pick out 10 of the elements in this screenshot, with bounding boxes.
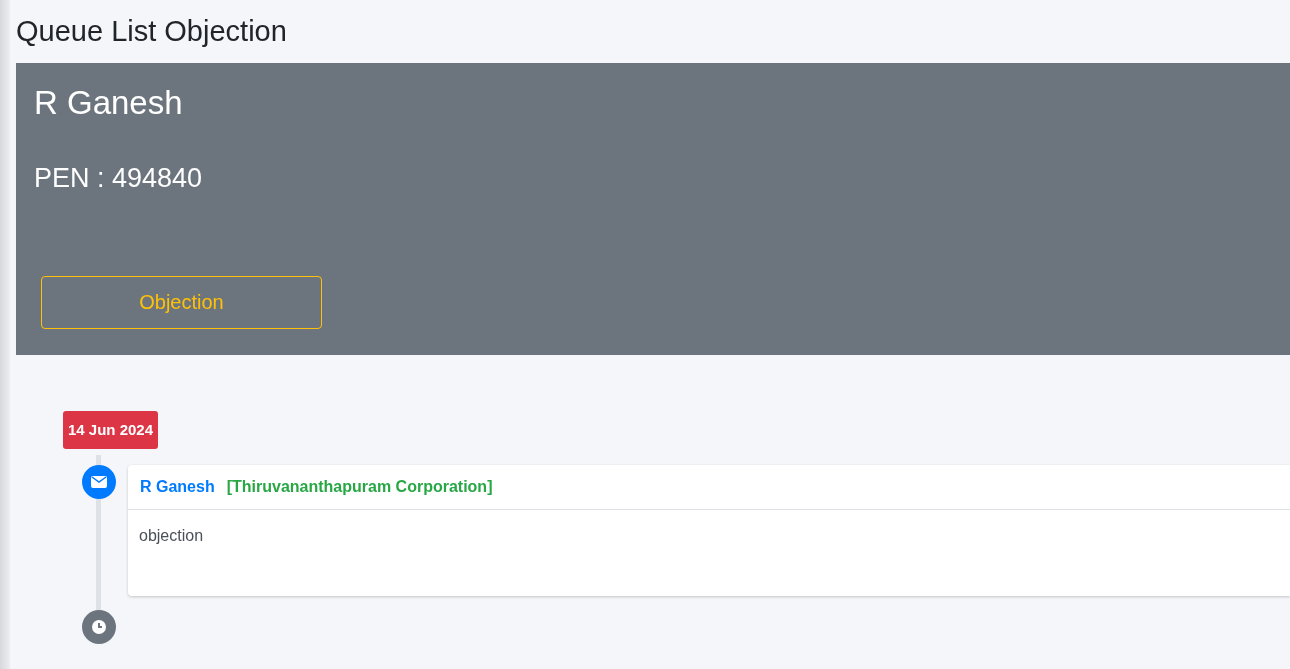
author-name: R Ganesh	[140, 478, 215, 496]
office-name: [Thiruvananthapuram Corporation]	[226, 478, 493, 496]
clock-icon	[82, 610, 116, 645]
envelope-icon	[82, 465, 116, 500]
objection-button[interactable]: Objection	[41, 275, 322, 329]
pen-number: PEN : 494840	[34, 162, 204, 196]
message-text: objection	[138, 526, 205, 547]
page-title: Queue List Objection	[16, 14, 288, 49]
date-label: 14 Jun 2024	[63, 410, 159, 450]
profile-name: R Ganesh	[34, 82, 184, 123]
